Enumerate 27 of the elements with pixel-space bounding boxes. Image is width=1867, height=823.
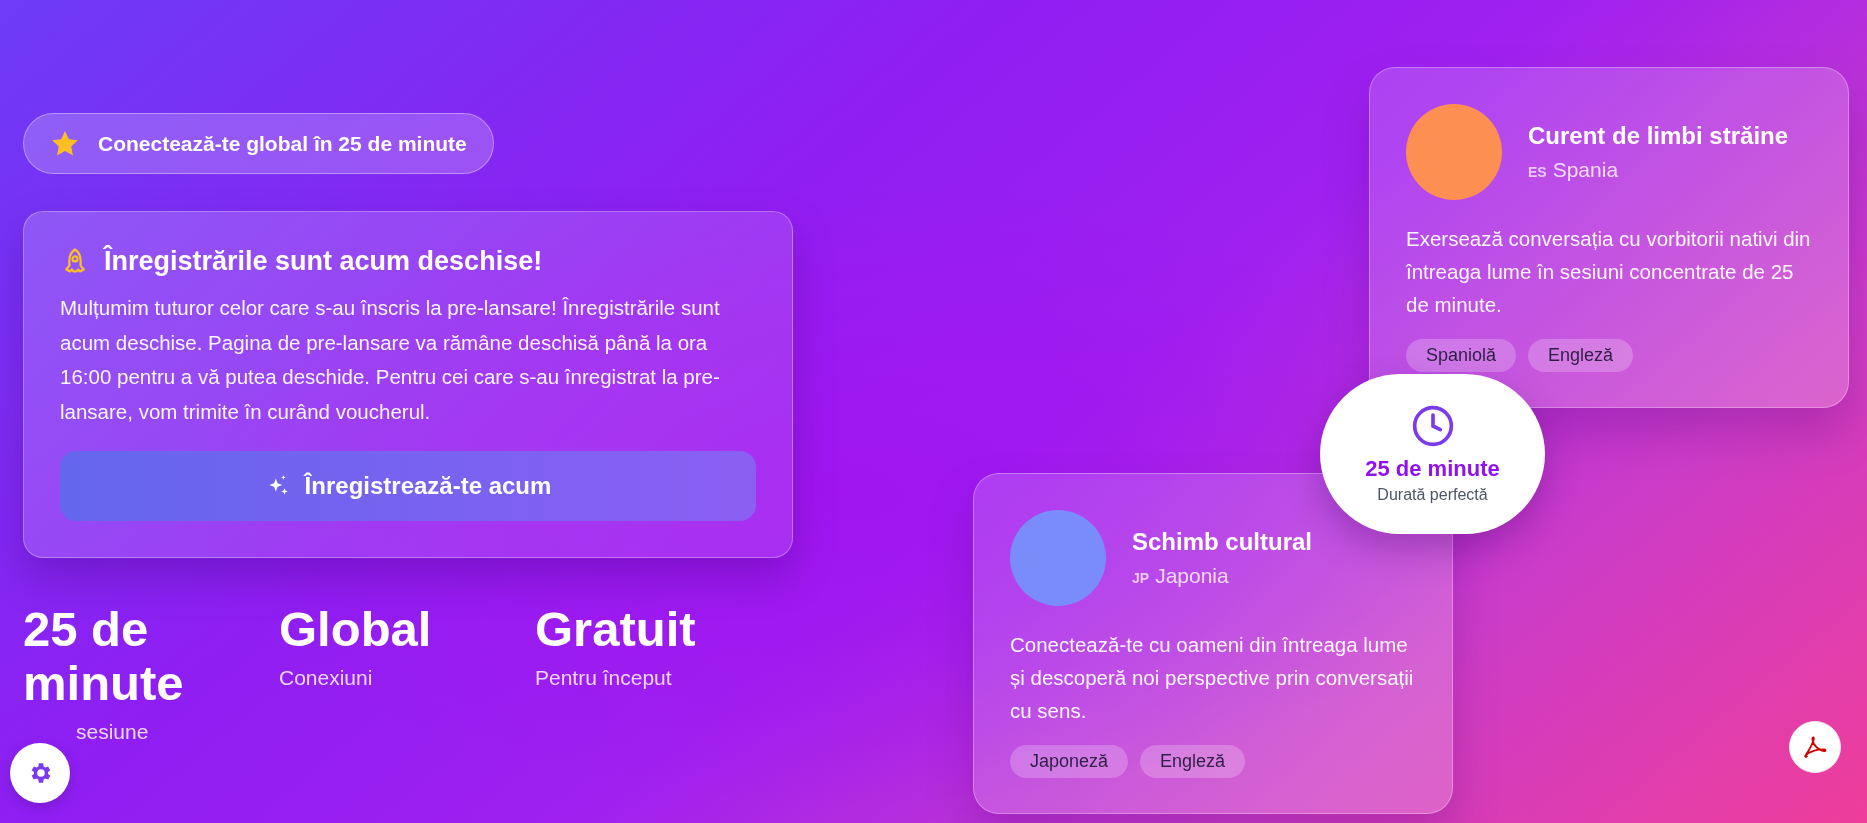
duration-label: Durată perfectă <box>1377 486 1488 504</box>
country-code: JP <box>1132 570 1150 586</box>
card-title: Schimb cultural <box>1132 528 1313 556</box>
announcement-title: Înregistrările sunt acum deschise! <box>104 246 543 277</box>
stat-value: 25 de minute <box>23 602 185 710</box>
card-description: Exersează conversația cu vorbitorii nativi din întreaga lume în sesiuni concentrate de 25 de minute. <box>1406 226 1812 318</box>
country-name: Japonia <box>1155 564 1229 588</box>
country-name: Spania <box>1552 158 1619 182</box>
pdf-button[interactable] <box>1789 721 1841 773</box>
register-button[interactable]: Înregistrează-te acum <box>60 451 756 521</box>
stat-value: Global <box>279 602 433 656</box>
duration-value: 25 de minute <box>1365 456 1500 482</box>
country-code: ES <box>1528 164 1547 180</box>
stat-label: Conexiuni <box>279 666 374 690</box>
stat-value: Gratuit <box>535 602 697 656</box>
card-title: Curent de limbi străine <box>1528 122 1789 150</box>
language-tag: Japoneză <box>1010 745 1129 778</box>
clock-icon <box>1410 404 1455 448</box>
stat-label: sesiune <box>75 720 150 744</box>
settings-button[interactable] <box>10 743 70 803</box>
stat-label: Pentru început <box>535 666 673 690</box>
language-tag: Spaniolă <box>1406 339 1517 372</box>
announcement-text: Mulțumim tuturor celor care s-au înscris la pre-lansare! Înregistrările sunt acum deschise. Pagina de pre-lansare va rămâne deschisă până la ora 16:00 pentru a vă putea deschide. Pentru cei care s-au înregistrat la pre-lansare, vom trimite în curând voucherul. <box>60 295 721 425</box>
language-tag: Engleză <box>1528 339 1634 372</box>
language-tag: Engleză <box>1140 745 1246 778</box>
card-description: Conectează-te cu oameni din întreaga lume și descoperă noi perspective prin conversații cu sens. <box>1010 632 1415 724</box>
badge-text: Conectează-te global în 25 de minute <box>98 131 467 156</box>
